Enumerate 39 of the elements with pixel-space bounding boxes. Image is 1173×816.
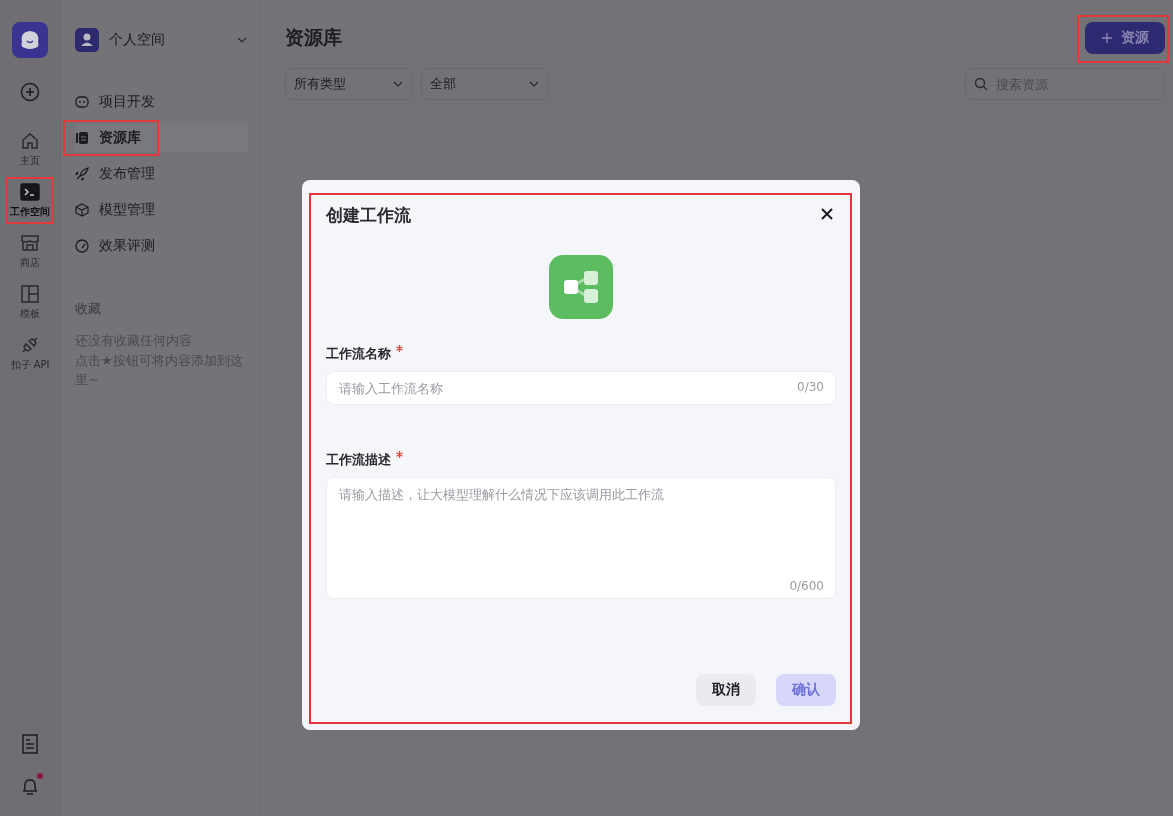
gauge-icon: [75, 239, 89, 253]
character-counter: 0/30: [797, 380, 824, 394]
rocket-icon: [75, 167, 89, 181]
home-icon: [20, 131, 40, 151]
plug-icon: [20, 335, 40, 355]
layout-icon: [20, 284, 40, 304]
terminal-icon: [20, 182, 40, 202]
plus-icon: [1101, 32, 1113, 44]
app-logo[interactable]: [12, 22, 48, 58]
page-title: 资源库: [285, 25, 342, 50]
book-icon: [75, 131, 89, 145]
notification-bell-icon[interactable]: [20, 776, 40, 796]
add-icon[interactable]: [20, 82, 40, 102]
workflow-icon: [549, 255, 613, 319]
character-counter: 0/600: [789, 579, 824, 593]
favorites-heading: 收藏: [75, 300, 102, 318]
filter-dropdown[interactable]: 全部: [421, 68, 549, 100]
store-icon: [20, 233, 40, 253]
sidebar-nav-item[interactable]: 效果评测: [75, 232, 248, 260]
bot-icon: [75, 95, 89, 109]
sidebar-nav-item[interactable]: 资源库: [75, 124, 248, 152]
user-avatar-icon: [75, 28, 99, 52]
cube-icon: [75, 203, 89, 217]
dialog-title: 创建工作流: [326, 204, 411, 227]
document-icon[interactable]: [21, 734, 39, 754]
rail-nav-item[interactable]: 扣子 API: [8, 332, 52, 375]
search-icon: [974, 77, 988, 91]
sidebar-nav-item[interactable]: 项目开发: [75, 88, 248, 116]
space-switcher[interactable]: 个人空间: [75, 28, 248, 52]
rail-nav-item[interactable]: 商店: [18, 230, 42, 273]
cancel-button[interactable]: 取消: [696, 674, 756, 706]
field-label: 工作流名称: [326, 345, 391, 363]
rail-nav-item[interactable]: 工作空间: [8, 179, 52, 222]
filter-dropdown[interactable]: 所有类型: [285, 68, 413, 100]
sidebar-nav-item[interactable]: 模型管理: [75, 196, 248, 224]
add-resource-button[interactable]: 资源: [1085, 22, 1165, 54]
sidebar-nav-item[interactable]: 发布管理: [75, 160, 248, 188]
field-label: 工作流描述: [326, 451, 391, 469]
rail-nav-item[interactable]: 模板: [18, 281, 42, 324]
